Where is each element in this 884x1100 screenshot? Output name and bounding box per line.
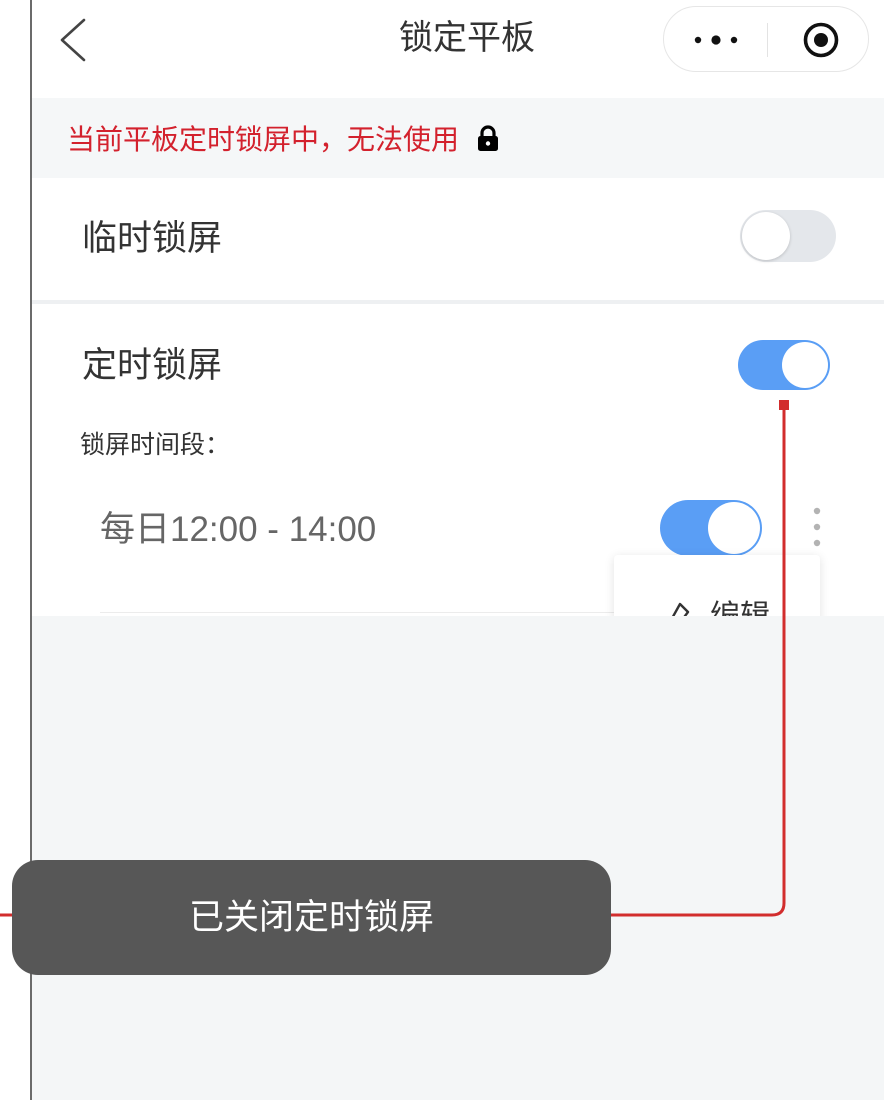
page-title: 锁定平板	[399, 19, 535, 57]
back-button[interactable]	[56, 16, 90, 64]
lock-icon	[478, 125, 499, 151]
capsule-close-button[interactable]	[802, 21, 840, 59]
toggle-knob	[742, 212, 790, 260]
target-icon	[803, 22, 839, 58]
period-action-menu: 编辑	[614, 555, 820, 616]
capsule-more-button[interactable]	[690, 30, 742, 50]
lock-period-toggle[interactable]	[660, 500, 762, 556]
list-separator	[100, 612, 614, 613]
temporary-lock-label: 临时锁屏	[82, 219, 223, 258]
lock-notice-text: 当前平板定时锁屏中，无法使用	[67, 124, 460, 155]
lock-period-heading: 锁屏时间段：	[80, 431, 231, 459]
temporary-lock-row: 临时锁屏	[32, 178, 884, 300]
scheduled-lock-label: 定时锁屏	[82, 346, 223, 385]
mini-program-capsule	[663, 6, 869, 72]
menu-item-edit-label: 编辑	[710, 595, 770, 616]
menu-item-edit[interactable]: 编辑	[614, 595, 820, 616]
capsule-divider	[767, 23, 768, 57]
chevron-left-icon	[60, 18, 86, 62]
edit-icon	[671, 602, 690, 616]
lock-notice-bar: 当前平板定时锁屏中，无法使用	[32, 98, 884, 178]
period-more-button[interactable]	[808, 502, 826, 554]
scheduled-lock-toggle[interactable]	[738, 340, 830, 390]
kebab-icon	[813, 507, 821, 547]
scheduled-lock-section: 定时锁屏 锁屏时间段： 每日12:00 - 14:00 编辑	[32, 304, 884, 616]
nav-bar: 锁定平板	[32, 0, 884, 98]
toggle-knob	[782, 342, 828, 388]
lock-period-time: 每日12:00 - 14:00	[100, 510, 377, 549]
page-background	[32, 616, 884, 1100]
toast-message: 已关闭定时锁屏	[12, 860, 611, 975]
more-dots-icon	[694, 35, 738, 45]
temporary-lock-toggle[interactable]	[740, 210, 836, 262]
toggle-knob	[708, 502, 760, 554]
